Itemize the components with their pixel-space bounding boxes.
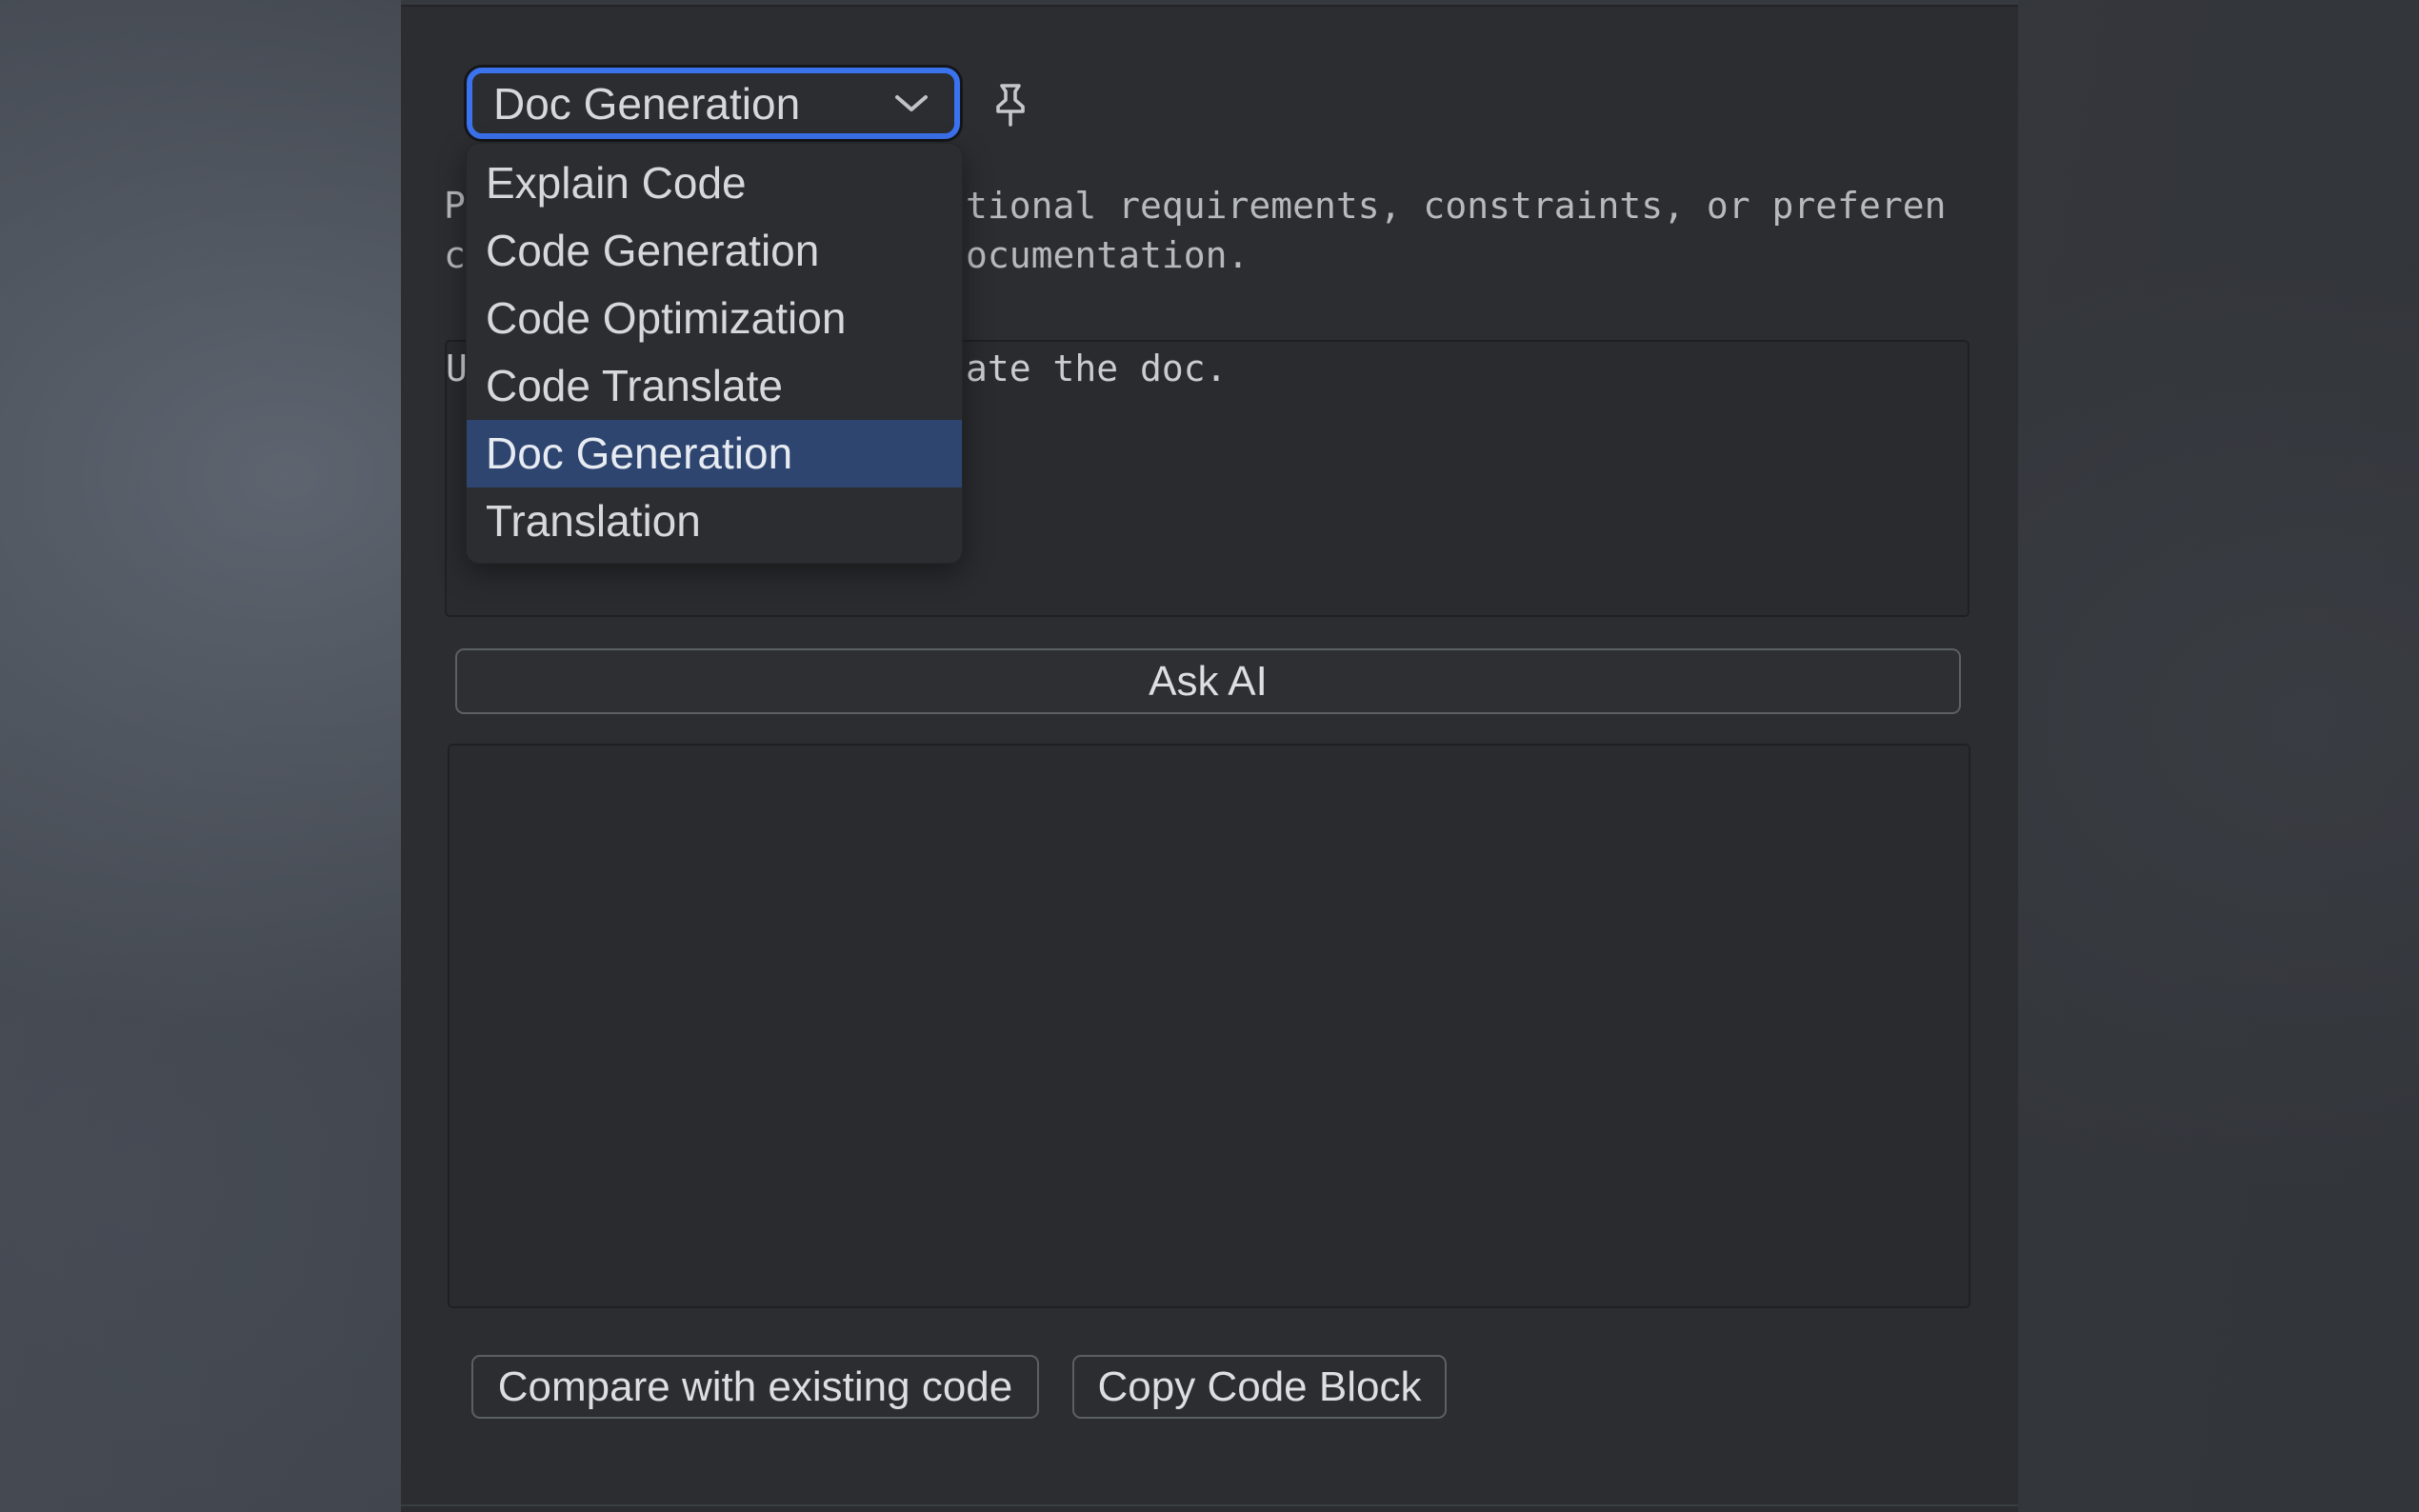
ask-ai-button-label: Ask AI — [1149, 658, 1268, 706]
command-dropdown-value: Doc Generation — [472, 78, 891, 129]
command-dropdown[interactable]: Doc Generation — [467, 68, 960, 139]
menu-item-doc-generation[interactable]: Doc Generation — [467, 420, 962, 487]
description-line2-fragment-left: c — [444, 230, 466, 280]
panel-bottom-separator — [401, 1504, 2018, 1506]
output-box — [448, 744, 1970, 1308]
menu-item-translation[interactable]: Translation — [467, 487, 962, 555]
prompt-text-fragment-left: U — [446, 344, 468, 393]
pin-icon[interactable] — [984, 78, 1037, 135]
ai-assistant-panel: P tional requirements, constraints, or p… — [401, 0, 2018, 1512]
menu-item-code-generation[interactable]: Code Generation — [467, 217, 962, 285]
ask-ai-button[interactable]: Ask AI — [455, 648, 1961, 714]
description-line2-fragment-right: ocumentation. — [966, 230, 1249, 280]
panel-top-separator — [401, 5, 2018, 7]
compare-with-existing-code-button[interactable]: Compare with existing code — [471, 1355, 1039, 1419]
menu-item-explain-code[interactable]: Explain Code — [467, 149, 962, 217]
command-menu: Explain Code Code Generation Code Optimi… — [466, 143, 963, 564]
compare-button-label: Compare with existing code — [498, 1363, 1012, 1411]
description-line1-fragment-left: P — [444, 181, 466, 230]
prompt-text-fragment-right: ate the doc. — [966, 344, 1228, 393]
chevron-down-icon — [891, 91, 931, 116]
menu-item-code-optimization[interactable]: Code Optimization — [467, 285, 962, 352]
description-line1-fragment-right: tional requirements, constraints, or pre… — [966, 181, 1947, 230]
copy-code-block-button[interactable]: Copy Code Block — [1072, 1355, 1447, 1419]
menu-item-code-translate[interactable]: Code Translate — [467, 352, 962, 420]
copy-button-label: Copy Code Block — [1098, 1363, 1422, 1411]
